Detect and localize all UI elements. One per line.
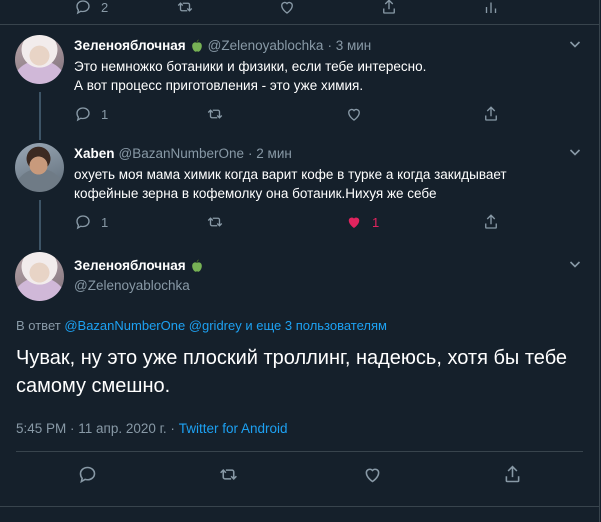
chevron-down-icon: [569, 41, 581, 48]
retweet-button[interactable]: [176, 0, 194, 16]
chevron-down-icon: [569, 149, 581, 156]
author-name[interactable]: Xaben: [74, 146, 115, 161]
retweet-button[interactable]: [206, 213, 224, 231]
tweet-time[interactable]: · 3 мин: [327, 38, 371, 53]
reply-icon: [76, 215, 90, 230]
divider: [16, 451, 583, 452]
like-button[interactable]: 1: [345, 213, 379, 231]
reply-icon: [79, 466, 96, 484]
tweet-thread: 2 Зеленояблочная @Zelenoyablochka · 3 ми…: [0, 0, 601, 522]
chevron-down-icon: [569, 261, 581, 268]
avatar[interactable]: [15, 143, 64, 192]
share-button[interactable]: [502, 464, 523, 485]
green-apple-emoji: [191, 258, 202, 272]
stats-icon: [485, 2, 497, 13]
column-border: [599, 0, 600, 522]
tweet-text-line: Это немножко ботаники и физики, если теб…: [74, 59, 427, 74]
tweet-time[interactable]: · 2 мин: [248, 146, 292, 161]
author-handle[interactable]: @Zelenoyablochka: [208, 38, 324, 53]
author-name[interactable]: Зеленояблочная: [74, 258, 186, 273]
like-button[interactable]: [278, 0, 296, 16]
replying-prefix: В ответ: [16, 318, 61, 333]
more-options-button[interactable]: [567, 144, 583, 160]
tweet-meta: 5:45 PM · 11 апр. 2020 г. · Twitter for …: [16, 421, 288, 436]
retweet-button[interactable]: [218, 464, 239, 485]
tweet-text: охуеть моя мама химик когда варит кофе в…: [74, 165, 589, 203]
thread-connector: [39, 92, 41, 140]
tweet-header: Xaben @BazanNumberOne · 2 мин: [74, 146, 292, 161]
replying-others-link[interactable]: и еще 3 пользователям: [245, 318, 387, 333]
author-name-row: Зеленояблочная: [74, 258, 204, 273]
reply-count: 1: [101, 106, 109, 122]
share-button[interactable]: [482, 213, 500, 231]
reply-count: 2: [101, 0, 109, 15]
tweet-text-line: А вот процесс приготовления - это уже хи…: [74, 78, 364, 93]
retweet-icon: [177, 2, 193, 12]
heart-icon: [348, 108, 360, 121]
reply-button[interactable]: 2: [74, 0, 108, 16]
reply-icon: [76, 0, 90, 15]
tweet-timestamp[interactable]: 5:45 PM · 11 апр. 2020 г. ·: [16, 421, 175, 436]
tweet-text-line: охуеть моя мама химик когда варит кофе в…: [74, 167, 507, 182]
reply-button[interactable]: 1: [74, 105, 108, 123]
replying-to: В ответ @BazanNumberOne @gridrey и еще 3…: [16, 318, 387, 333]
reply-icon: [76, 107, 90, 122]
retweet-button[interactable]: [206, 105, 224, 123]
replying-mentions-link[interactable]: @BazanNumberOne @gridrey: [64, 318, 241, 333]
tweet-text: Это немножко ботаники и физики, если теб…: [74, 57, 574, 95]
focused-tweet-text: Чувак, ну это уже плоский троллинг, наде…: [16, 347, 568, 397]
like-button[interactable]: [345, 105, 363, 123]
more-options-button[interactable]: [567, 256, 583, 272]
share-icon: [383, 0, 395, 14]
divider: [0, 506, 599, 507]
author-name[interactable]: Зеленояблочная: [74, 38, 186, 53]
share-icon: [505, 465, 520, 483]
tweet-header: Зеленояблочная @Zelenoyablochka · 3 мин: [74, 38, 371, 53]
tweet-text-line: кофейные зерна в кофемолку она ботаник.Н…: [74, 186, 437, 201]
divider: [0, 24, 599, 25]
avatar[interactable]: [15, 252, 64, 301]
share-icon: [485, 106, 497, 121]
share-button[interactable]: [482, 105, 500, 123]
retweet-icon: [207, 217, 223, 227]
retweet-icon: [220, 469, 237, 480]
author-handle[interactable]: @Zelenoyablochka: [74, 278, 190, 293]
green-apple-emoji: [191, 38, 202, 52]
heart-icon: [348, 217, 360, 228]
reply-button[interactable]: 1: [74, 213, 108, 231]
like-button[interactable]: [362, 464, 383, 485]
more-options-button[interactable]: [567, 36, 583, 52]
like-count: 1: [372, 214, 380, 230]
share-button[interactable]: [380, 0, 398, 16]
author-handle[interactable]: @BazanNumberOne: [119, 146, 245, 161]
heart-icon: [365, 468, 380, 483]
analytics-button[interactable]: [482, 0, 500, 16]
thread-connector: [39, 200, 41, 250]
tweet-source-link[interactable]: Twitter for Android: [179, 421, 288, 436]
reply-count: 1: [101, 214, 109, 230]
heart-icon: [281, 1, 293, 14]
share-icon: [485, 214, 497, 229]
retweet-icon: [207, 109, 223, 119]
avatar[interactable]: [15, 35, 64, 84]
reply-button[interactable]: [77, 464, 98, 485]
